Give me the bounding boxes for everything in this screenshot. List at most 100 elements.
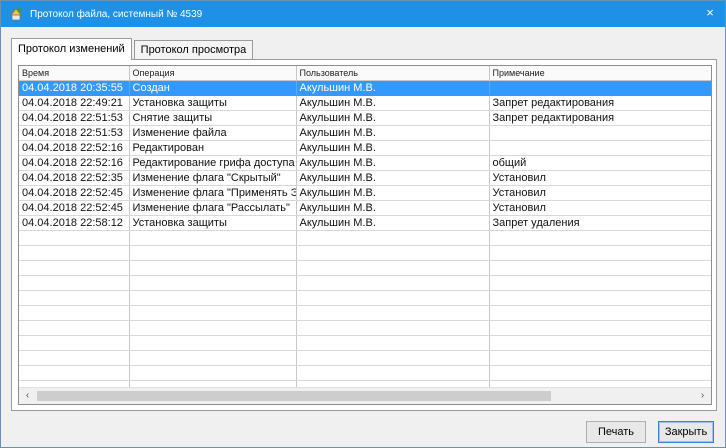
table-cell: общий xyxy=(489,155,711,171)
table-cell: Установка защиты xyxy=(129,215,297,231)
table-cell-empty xyxy=(296,275,490,291)
table-row-empty xyxy=(19,305,711,321)
tab-panel: Время Операция Пользователь Примечание 0… xyxy=(11,59,717,411)
table-cell: 04.04.2018 22:58:12 xyxy=(19,215,130,231)
scroll-right-icon[interactable]: › xyxy=(694,388,711,404)
scrollbar-thumb[interactable] xyxy=(37,391,551,401)
table-cell-empty xyxy=(19,320,130,336)
table-row-empty xyxy=(19,260,711,276)
protocol-window: Протокол файла, системный № 4539 × Прото… xyxy=(0,0,726,448)
column-header-operation[interactable]: Операция xyxy=(129,66,297,81)
table-cell-empty xyxy=(296,350,490,366)
table-cell: 04.04.2018 22:52:16 xyxy=(19,155,130,171)
table-cell: Установил xyxy=(489,170,711,186)
table-cell: Создан xyxy=(129,80,297,96)
titlebar[interactable]: Протокол файла, системный № 4539 × xyxy=(1,1,725,27)
table-cell: Акульшин М.В. xyxy=(296,80,490,96)
table-row[interactable]: 04.04.2018 22:58:12 Установка защиты Акуль… xyxy=(19,215,711,231)
table-cell-empty xyxy=(296,335,490,351)
table-cell-empty xyxy=(296,245,490,261)
table-cell: Редактирован xyxy=(129,140,297,156)
app-icon xyxy=(10,8,22,21)
protocol-grid[interactable]: Время Операция Пользователь Примечание 0… xyxy=(18,65,712,405)
table-row[interactable]: 04.04.2018 22:52:45 Изменение флага "Прим… xyxy=(19,185,711,201)
table-cell: Акульшин М.В. xyxy=(296,200,490,216)
table-row-empty xyxy=(19,320,711,336)
table-cell-empty xyxy=(19,305,130,321)
table-cell-empty xyxy=(296,290,490,306)
table-cell: Запрет редактирования xyxy=(489,95,711,111)
table-cell-empty xyxy=(129,230,297,246)
table-cell-empty xyxy=(296,365,490,381)
table-row[interactable]: 04.04.2018 22:52:16 Редактирован Акульшин … xyxy=(19,140,711,156)
table-row[interactable]: 04.04.2018 22:52:16 Редактирование грифа … xyxy=(19,155,711,171)
table-cell: 04.04.2018 22:52:35 xyxy=(19,170,130,186)
table-cell-empty xyxy=(489,290,711,306)
table-cell-empty xyxy=(19,245,130,261)
table-row[interactable]: 04.04.2018 20:35:55 Создан Акульшин М.В. xyxy=(19,80,711,96)
table-cell-empty xyxy=(489,320,711,336)
table-cell-empty xyxy=(489,275,711,291)
table-cell-empty xyxy=(129,290,297,306)
table-row-empty xyxy=(19,335,711,351)
table-cell xyxy=(489,80,711,96)
table-cell: Установил xyxy=(489,185,711,201)
table-row[interactable]: 04.04.2018 22:51:53 Снятие защиты Акульшин… xyxy=(19,110,711,126)
tab-view-log[interactable]: Протокол просмотра xyxy=(133,40,254,60)
table-cell: 04.04.2018 22:51:53 xyxy=(19,110,130,126)
table-cell-empty xyxy=(489,350,711,366)
table-row-empty xyxy=(19,275,711,291)
table-cell: Установил xyxy=(489,200,711,216)
column-header-time[interactable]: Время xyxy=(19,66,130,81)
table-cell-empty xyxy=(19,230,130,246)
table-cell: Изменение файла xyxy=(129,125,297,141)
table-cell-empty xyxy=(489,365,711,381)
protocol-table: Время Операция Пользователь Примечание 0… xyxy=(19,66,711,396)
table-cell-empty xyxy=(129,335,297,351)
horizontal-scrollbar[interactable]: ‹ › xyxy=(19,387,711,404)
table-row[interactable]: 04.04.2018 22:52:35 Изменение флага "Скры… xyxy=(19,170,711,186)
table-cell: Снятие защиты xyxy=(129,110,297,126)
close-icon[interactable]: × xyxy=(701,4,719,22)
table-cell: Акульшин М.В. xyxy=(296,110,490,126)
table-cell: Редактирование грифа доступа xyxy=(129,155,297,171)
column-header-note[interactable]: Примечание xyxy=(489,66,711,81)
table-cell-empty xyxy=(19,335,130,351)
table-cell: Акульшин М.В. xyxy=(296,140,490,156)
scroll-left-icon[interactable]: ‹ xyxy=(19,388,36,404)
table-cell-empty xyxy=(129,305,297,321)
table-cell-empty xyxy=(129,350,297,366)
table-cell-empty xyxy=(296,260,490,276)
table-cell-empty xyxy=(129,320,297,336)
table-cell-empty xyxy=(129,275,297,291)
table-cell-empty xyxy=(489,245,711,261)
table-cell: Акульшин М.В. xyxy=(296,185,490,201)
table-cell-empty xyxy=(489,305,711,321)
table-cell: 04.04.2018 22:52:45 xyxy=(19,185,130,201)
print-button[interactable]: Печать xyxy=(586,421,646,443)
table-cell xyxy=(489,140,711,156)
table-cell: Изменение флага "Применять ЭП xyxy=(129,185,297,201)
table-row[interactable]: 04.04.2018 22:49:21 Установка защиты Акуль… xyxy=(19,95,711,111)
tab-change-log[interactable]: Протокол изменений xyxy=(11,38,132,60)
column-header-user[interactable]: Пользователь xyxy=(296,66,490,81)
close-button[interactable]: Закрыть xyxy=(658,421,714,443)
table-cell-empty xyxy=(19,275,130,291)
table-cell xyxy=(489,125,711,141)
table-cell: 04.04.2018 22:52:16 xyxy=(19,140,130,156)
table-cell: Акульшин М.В. xyxy=(296,215,490,231)
table-cell-empty xyxy=(19,290,130,306)
table-row-empty xyxy=(19,350,711,366)
table-cell: Акульшин М.В. xyxy=(296,95,490,111)
tab-strip: Протокол изменений Протокол просмотра xyxy=(11,38,254,60)
table-cell-empty xyxy=(296,305,490,321)
table-cell-empty xyxy=(296,230,490,246)
table-cell-empty xyxy=(129,260,297,276)
table-header: Время Операция Пользователь Примечание xyxy=(19,66,711,81)
table-cell-empty xyxy=(129,365,297,381)
table-cell: Акульшин М.В. xyxy=(296,170,490,186)
table-cell: 04.04.2018 22:49:21 xyxy=(19,95,130,111)
table-row[interactable]: 04.04.2018 22:52:45 Изменение флага "Расс… xyxy=(19,200,711,216)
table-row[interactable]: 04.04.2018 22:51:53 Изменение файла Акульш… xyxy=(19,125,711,141)
table-cell-empty xyxy=(296,320,490,336)
